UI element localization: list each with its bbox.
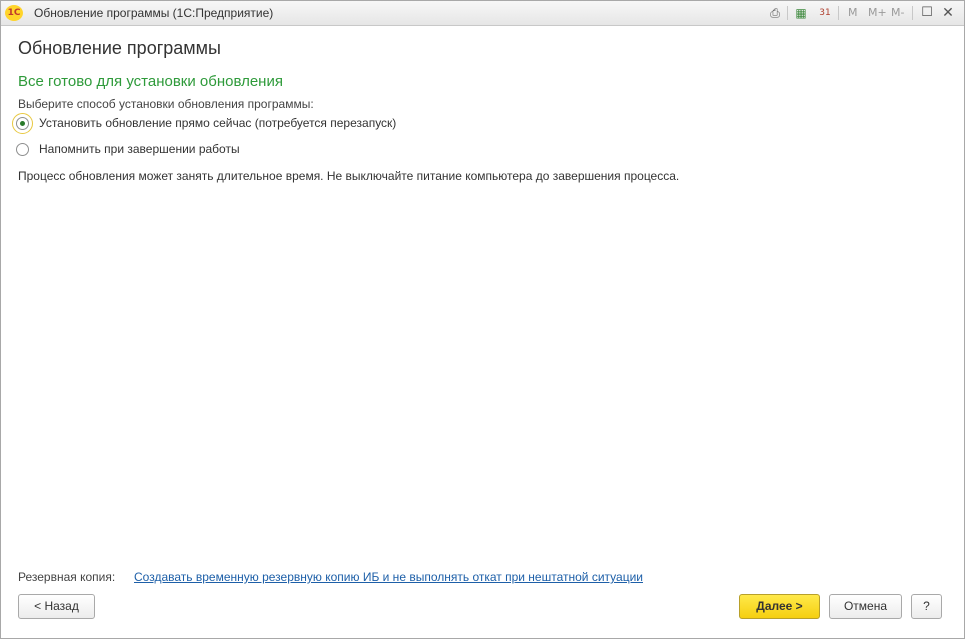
memory-add-button[interactable]: M+ [868,6,887,19]
radio-dot [20,120,25,126]
maximize-icon[interactable]: ☐ [919,5,935,21]
page-title: Обновление программы [18,38,221,58]
section-title: Все готово для установки обновления [18,73,283,90]
calendar-icon[interactable]: 31 [817,5,833,21]
backup-label: Резервная копия: [18,570,116,584]
close-icon[interactable]: ✕ [940,5,956,21]
option-install-now[interactable]: Установить обновление прямо сейчас (потр… [12,112,396,134]
option-install-now-label[interactable]: Установить обновление прямо сейчас (потр… [39,116,396,130]
cancel-button[interactable]: Отмена [829,594,902,619]
help-button[interactable]: ? [911,594,942,619]
window-title: Обновление программы (1С:Предприятие) [34,6,274,20]
warning-text: Процесс обновления может занять длительн… [18,169,680,183]
option-remind-on-exit-label[interactable]: Напомнить при завершении работы [39,142,240,156]
next-button[interactable]: Далее > [739,594,820,619]
print-icon[interactable]: ⎙ [767,5,783,21]
instruction-text: Выберите способ установки обновления про… [18,97,314,111]
window-titlebar: 1С Обновление программы (1С:Предприятие)… [1,1,964,26]
back-button[interactable]: < Назад [18,594,95,619]
toolbar-separator [838,6,839,20]
radio-button[interactable] [16,142,29,156]
memory-subtract-button[interactable]: M- [891,6,904,19]
app-logo-icon: 1С [5,5,23,21]
toolbar-separator [912,6,913,20]
update-dialog-window: 1С Обновление программы (1С:Предприятие)… [0,0,965,639]
backup-option-link[interactable]: Создавать временную резервную копию ИБ и… [134,570,643,584]
calculator-icon[interactable]: ▦ [793,5,809,21]
radio-button-selected[interactable] [12,112,33,134]
toolbar-separator [787,6,788,20]
memory-m-button[interactable]: M [848,6,858,19]
option-remind-on-exit[interactable]: Напомнить при завершении работы [16,138,240,160]
